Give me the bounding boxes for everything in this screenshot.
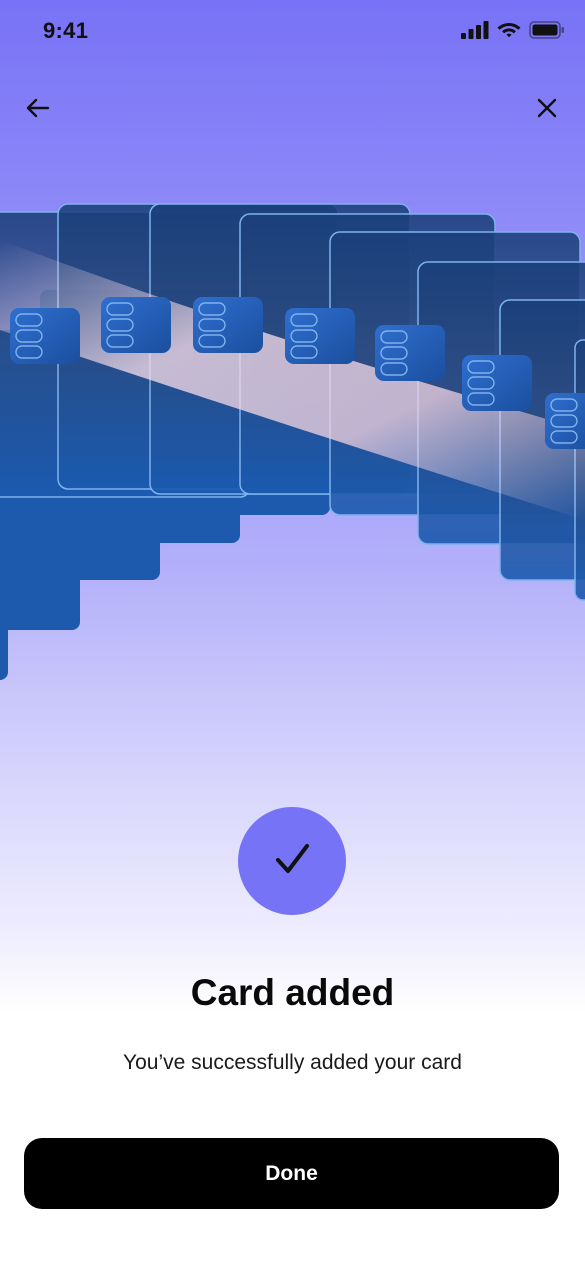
stacked-cards-illustration (0, 190, 585, 710)
status-time: 9:41 (43, 18, 89, 43)
back-button[interactable] (22, 94, 54, 126)
wifi-icon (496, 20, 522, 44)
success-badge (238, 807, 346, 915)
success-screen: 9:41 Card added You’ve successfully adde… (0, 0, 585, 1266)
close-icon (537, 98, 557, 123)
success-message: You’ve successfully added your card (123, 1051, 462, 1074)
status-icons (461, 20, 565, 44)
page-title: Card added (190, 972, 395, 1013)
arrow-left-icon (26, 98, 50, 123)
battery-icon (529, 20, 565, 44)
cellular-signal-icon (461, 20, 489, 44)
done-button[interactable]: Done (24, 1138, 559, 1209)
close-button[interactable] (531, 94, 563, 126)
status-bar: 9:41 (0, 0, 585, 64)
checkmark-icon (272, 839, 312, 884)
